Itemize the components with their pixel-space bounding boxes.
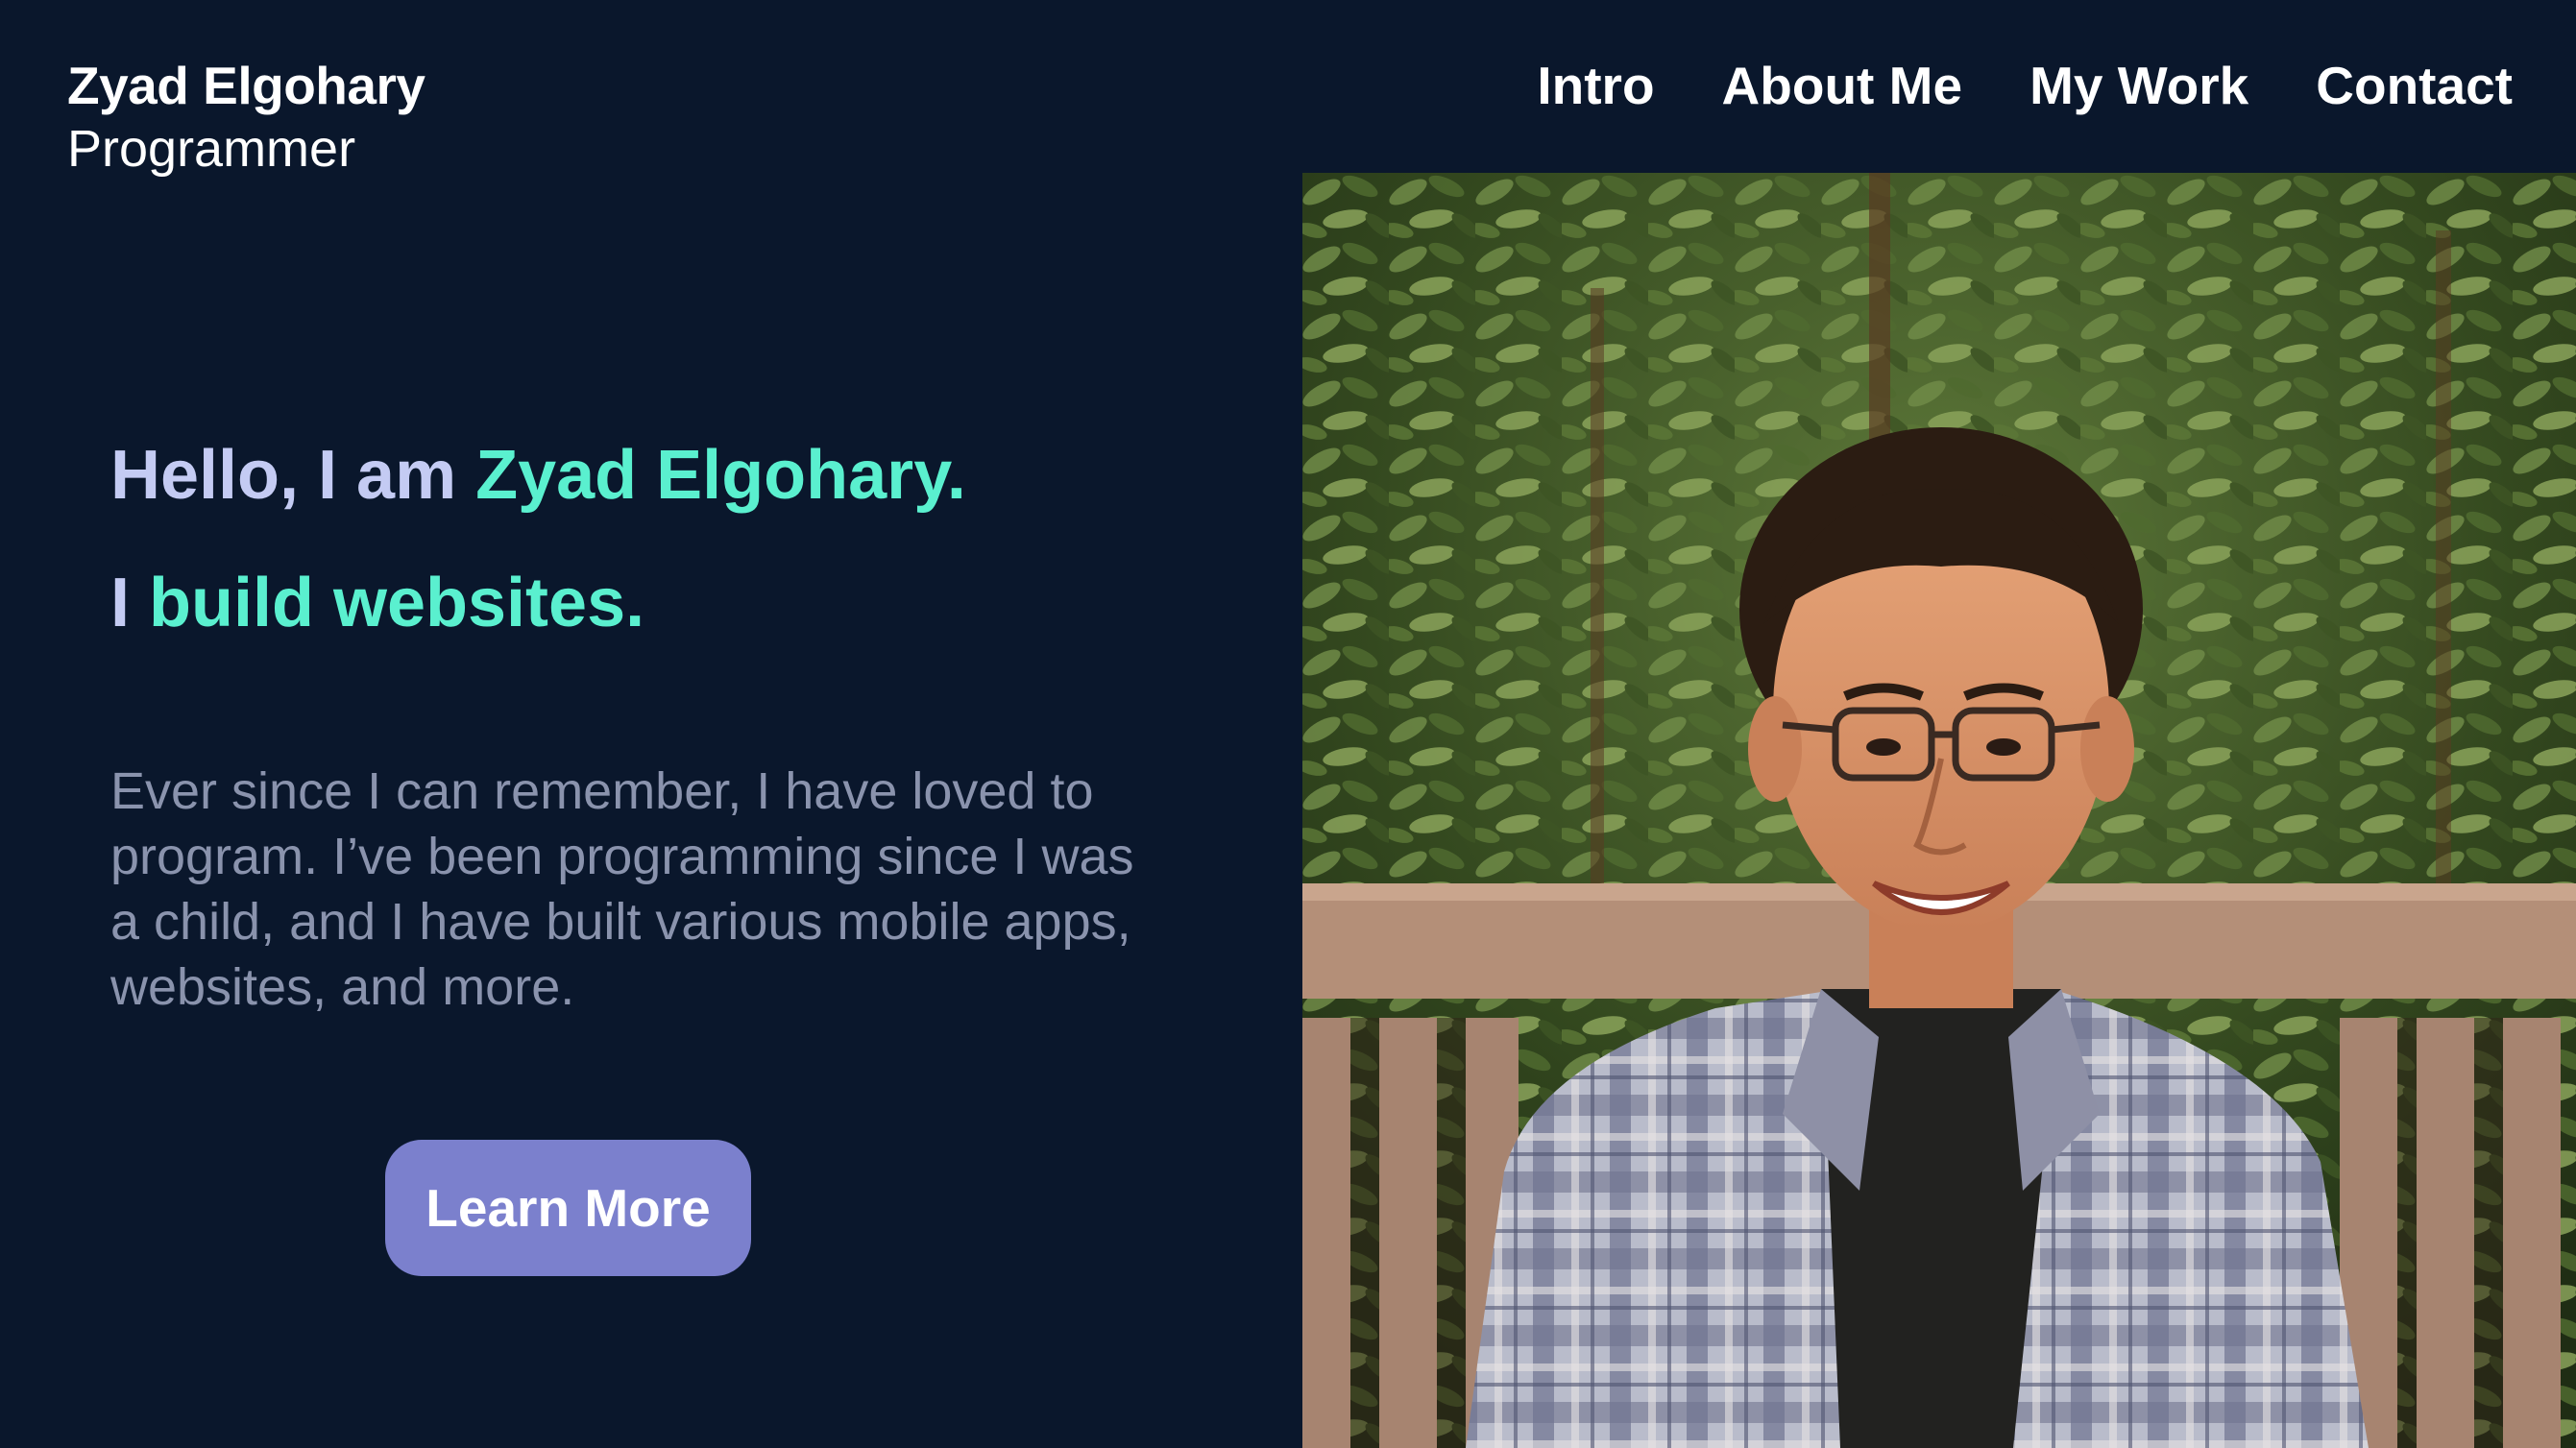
hero-description: Ever since I can remember, I have loved … (110, 762, 1134, 1016)
greeting-prefix: Hello, I am (110, 437, 476, 514)
tagline-line: I build websites. (110, 560, 966, 646)
nav-link-my-work[interactable]: My Work (2029, 54, 2248, 117)
brand[interactable]: Zyad Elgohary Programmer (67, 54, 425, 181)
nav-link-about-me[interactable]: About Me (1722, 54, 1963, 117)
tagline-highlight: build websites. (149, 565, 645, 641)
greeting-name: Zyad Elgohary. (475, 437, 966, 514)
greeting-line: Hello, I am Zyad Elgohary. (110, 432, 966, 519)
learn-more-button[interactable]: Learn More (385, 1140, 751, 1276)
main-nav: Intro About Me My Work Contact (1537, 54, 2513, 117)
nav-link-contact[interactable]: Contact (2316, 54, 2513, 117)
brand-role: Programmer (67, 120, 356, 178)
brand-name: Zyad Elgohary (67, 56, 425, 115)
hero-headline: Hello, I am Zyad Elgohary. I build websi… (110, 432, 966, 646)
portfolio-page: Zyad Elgohary Programmer Intro About Me … (0, 0, 2576, 1448)
portrait-illustration (1302, 173, 2576, 1448)
tagline-prefix: I (110, 565, 150, 641)
portrait-photo (1302, 173, 2576, 1448)
nav-link-intro[interactable]: Intro (1537, 54, 1654, 117)
